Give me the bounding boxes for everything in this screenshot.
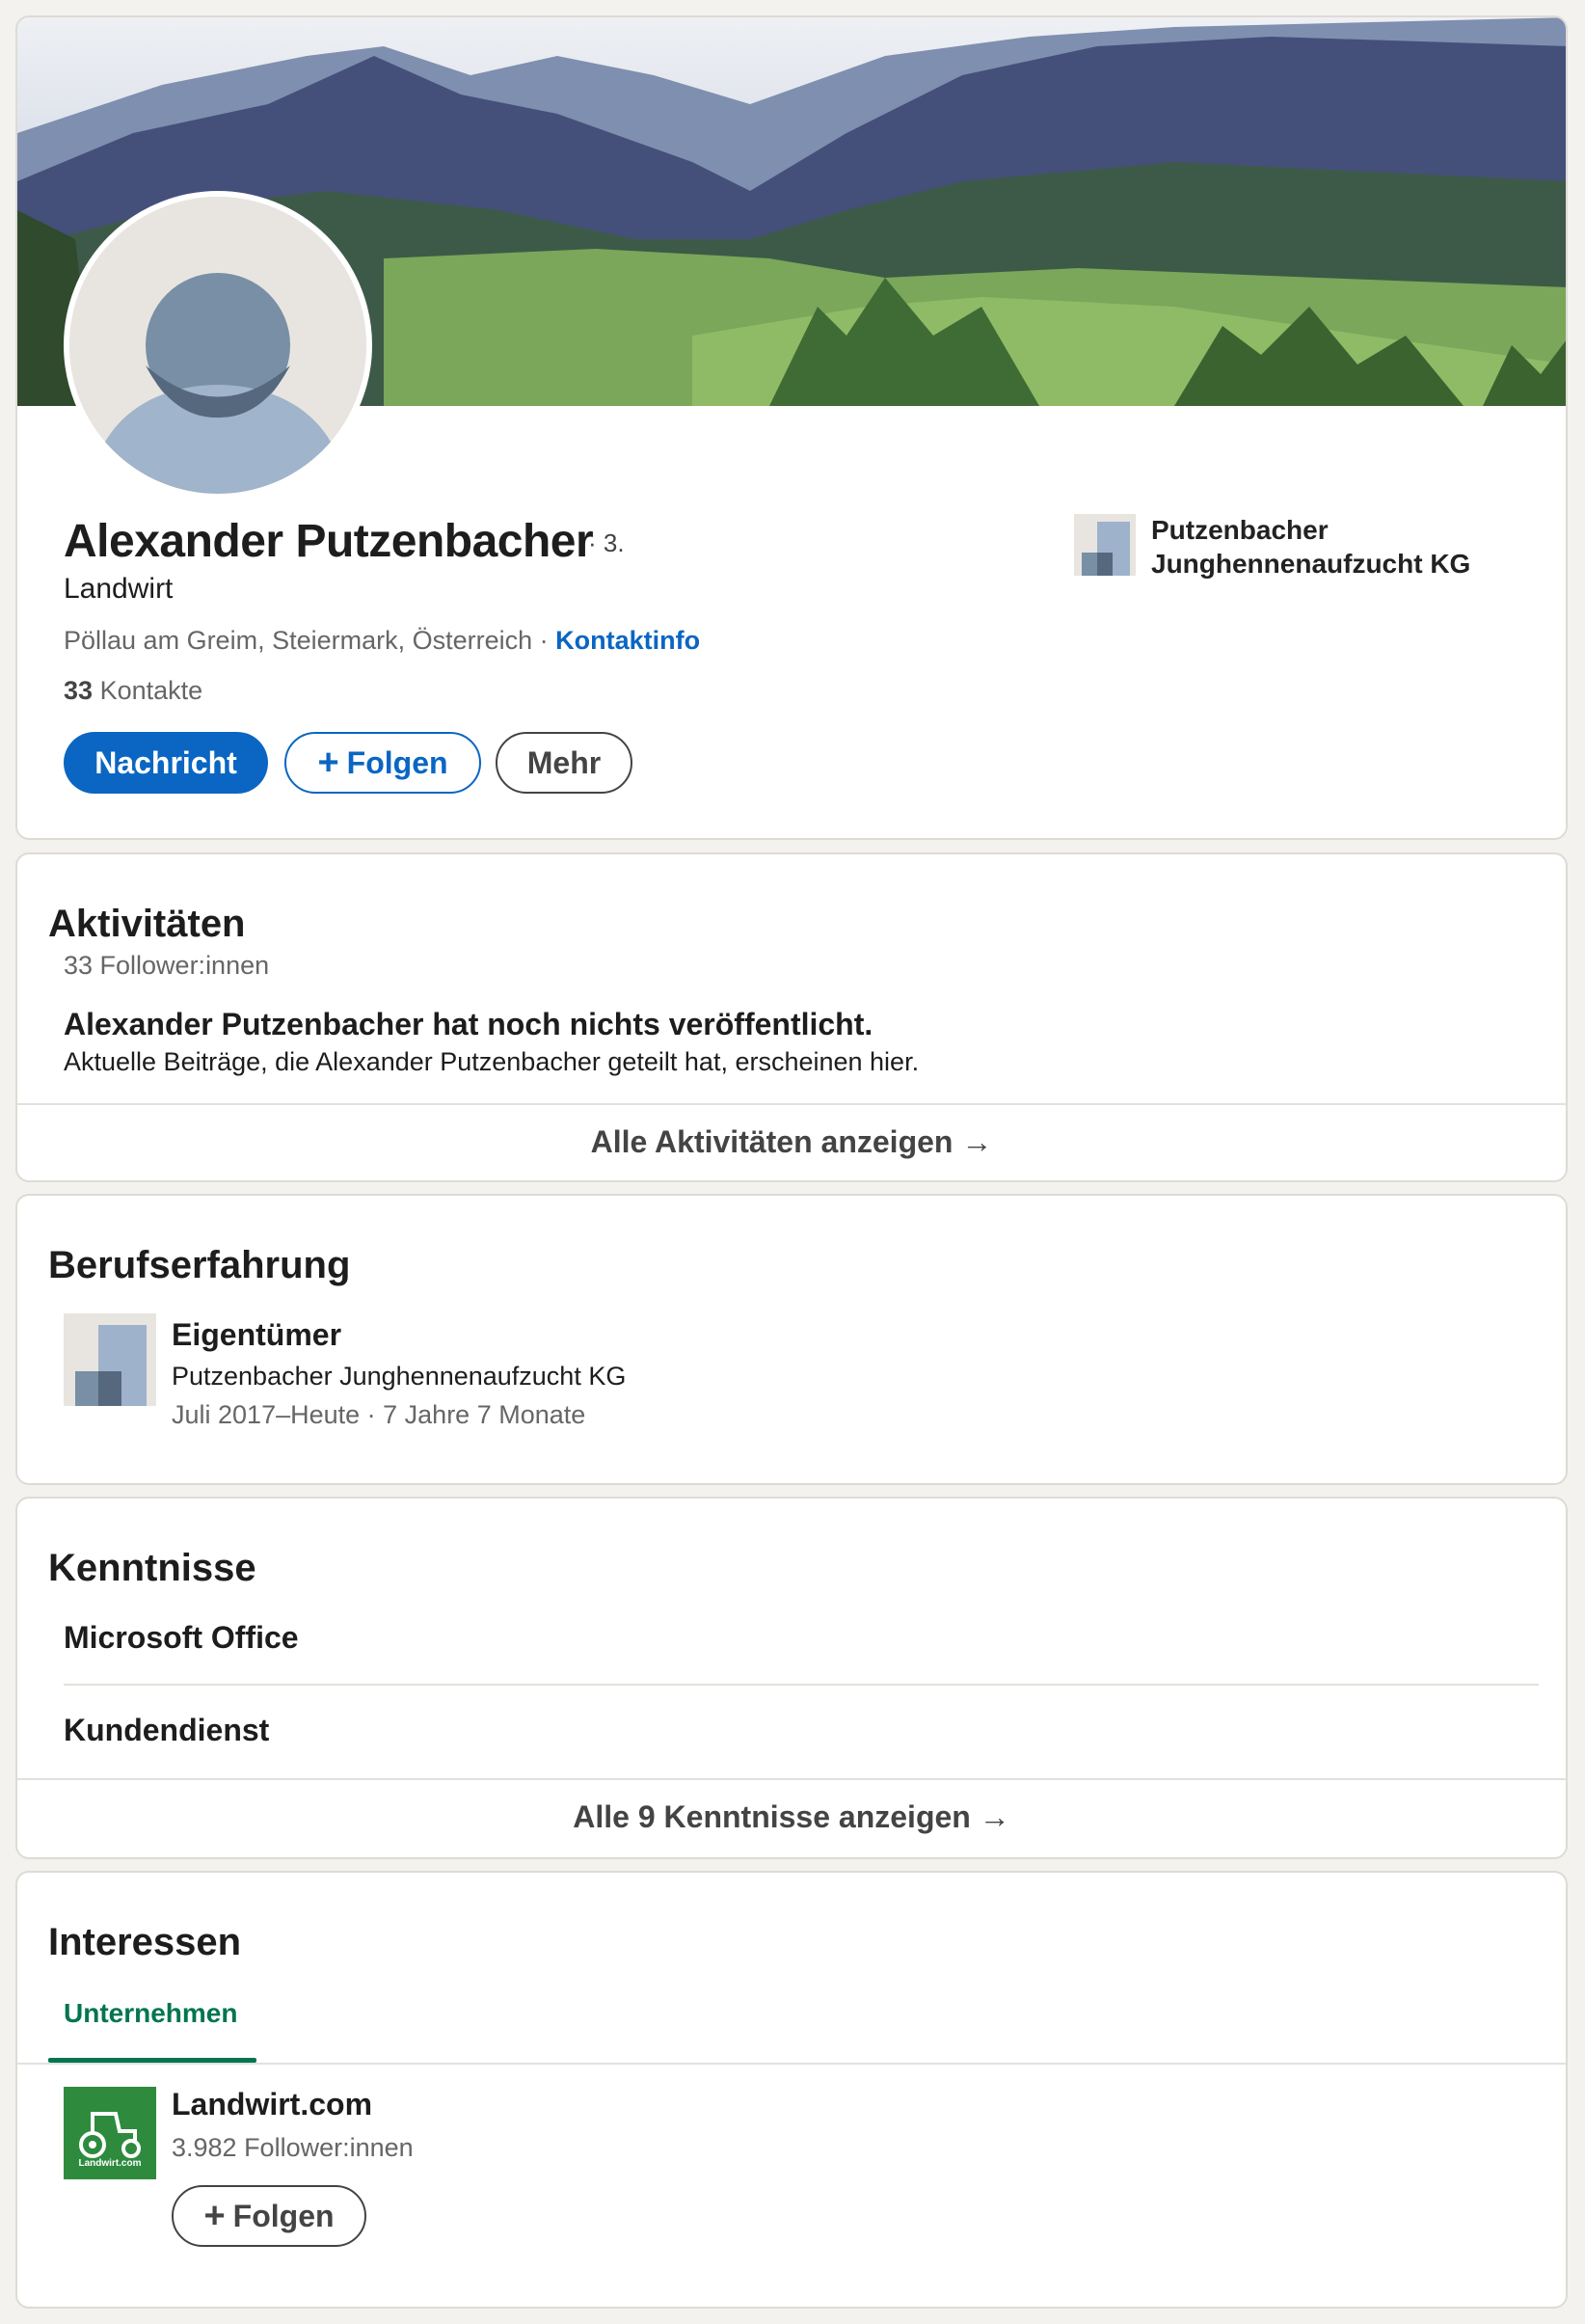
- skills-section: Kenntnisse Microsoft Office Kundendienst…: [15, 1497, 1568, 1859]
- connections-count: 33: [64, 676, 94, 705]
- message-button-label: Nachricht: [94, 744, 237, 780]
- company-logo-icon[interactable]: [64, 1313, 156, 1406]
- profile-avatar[interactable]: [64, 191, 372, 500]
- profile-headline: Landwirt: [64, 573, 174, 605]
- more-button[interactable]: Mehr: [496, 732, 632, 794]
- interest-follow-label: Folgen: [232, 2198, 335, 2233]
- connections-count-line[interactable]: 33 Kontakte: [64, 676, 202, 706]
- experience-title: Berufserfahrung: [48, 1244, 351, 1286]
- interests-title: Interessen: [48, 1921, 242, 1963]
- profile-location-line: Pöllau am Greim, Steiermark, Österreich …: [64, 626, 700, 656]
- activity-empty-text: Aktuelle Beiträge, die Alexander Putzenb…: [64, 1047, 920, 1076]
- current-company-name[interactable]: Putzenbacher Junghennenaufzucht KG: [1151, 513, 1518, 581]
- follow-button[interactable]: + Folgen: [284, 732, 481, 794]
- experience-role: Eigentümer: [172, 1317, 342, 1352]
- connection-degree: · 3.: [588, 528, 625, 557]
- profile-top-card: Alexander Putzenbacher · 3. Landwirt Pöl…: [15, 15, 1568, 840]
- divider: [17, 1103, 1566, 1105]
- contact-info-link[interactable]: Kontaktinfo: [555, 626, 700, 655]
- more-button-label: Mehr: [526, 744, 602, 780]
- interests-section: Interessen Unternehmen Landwirt.com Land…: [15, 1871, 1568, 2309]
- interest-name[interactable]: Landwirt.com: [172, 2087, 372, 2122]
- company-logo-icon[interactable]: [1074, 514, 1136, 576]
- activity-followers: 33 Follower:innen: [64, 951, 270, 980]
- divider: [64, 1684, 1539, 1686]
- divider: [17, 1778, 1566, 1780]
- activity-section: Aktivitäten 33 Follower:innen Alexander …: [15, 852, 1568, 1182]
- plus-icon: +: [317, 743, 339, 783]
- plus-icon: +: [203, 2196, 226, 2236]
- connections-label: Kontakte: [99, 676, 203, 705]
- experience-company[interactable]: Putzenbacher Junghennenaufzucht KG: [172, 1362, 626, 1392]
- landwirt-logo-text: Landwirt.com: [78, 2158, 142, 2169]
- show-all-activities-link[interactable]: Alle Aktivitäten anzeigen →: [17, 1124, 1566, 1160]
- show-all-skills-link[interactable]: Alle 9 Kenntnisse anzeigen →: [17, 1799, 1566, 1835]
- skill-item[interactable]: Microsoft Office: [64, 1620, 299, 1656]
- activity-title: Aktivitäten: [48, 903, 246, 945]
- profile-location: Pöllau am Greim, Steiermark, Österreich …: [64, 626, 549, 655]
- profile-name: Alexander Putzenbacher: [64, 516, 594, 567]
- interest-followers: 3.982 Follower:innen: [172, 2133, 414, 2162]
- follow-button-label: Folgen: [346, 744, 448, 780]
- landwirt-logo[interactable]: Landwirt.com: [64, 2087, 156, 2179]
- skill-item[interactable]: Kundendienst: [64, 1713, 269, 1748]
- experience-period: Juli 2017–Heute · 7 Jahre 7 Monate: [172, 1400, 586, 1429]
- profile-page: Alexander Putzenbacher · 3. Landwirt Pöl…: [0, 0, 1585, 2324]
- message-button[interactable]: Nachricht: [64, 732, 268, 794]
- skills-title: Kenntnisse: [48, 1547, 256, 1589]
- experience-section: Berufserfahrung Eigentümer Putzenbacher …: [15, 1194, 1568, 1485]
- divider: [17, 2063, 1566, 2065]
- interest-follow-button[interactable]: + Folgen: [172, 2185, 366, 2247]
- activity-empty-title: Alexander Putzenbacher hat noch nichts v…: [64, 1007, 873, 1041]
- tab-companies[interactable]: Unternehmen: [64, 1998, 237, 2029]
